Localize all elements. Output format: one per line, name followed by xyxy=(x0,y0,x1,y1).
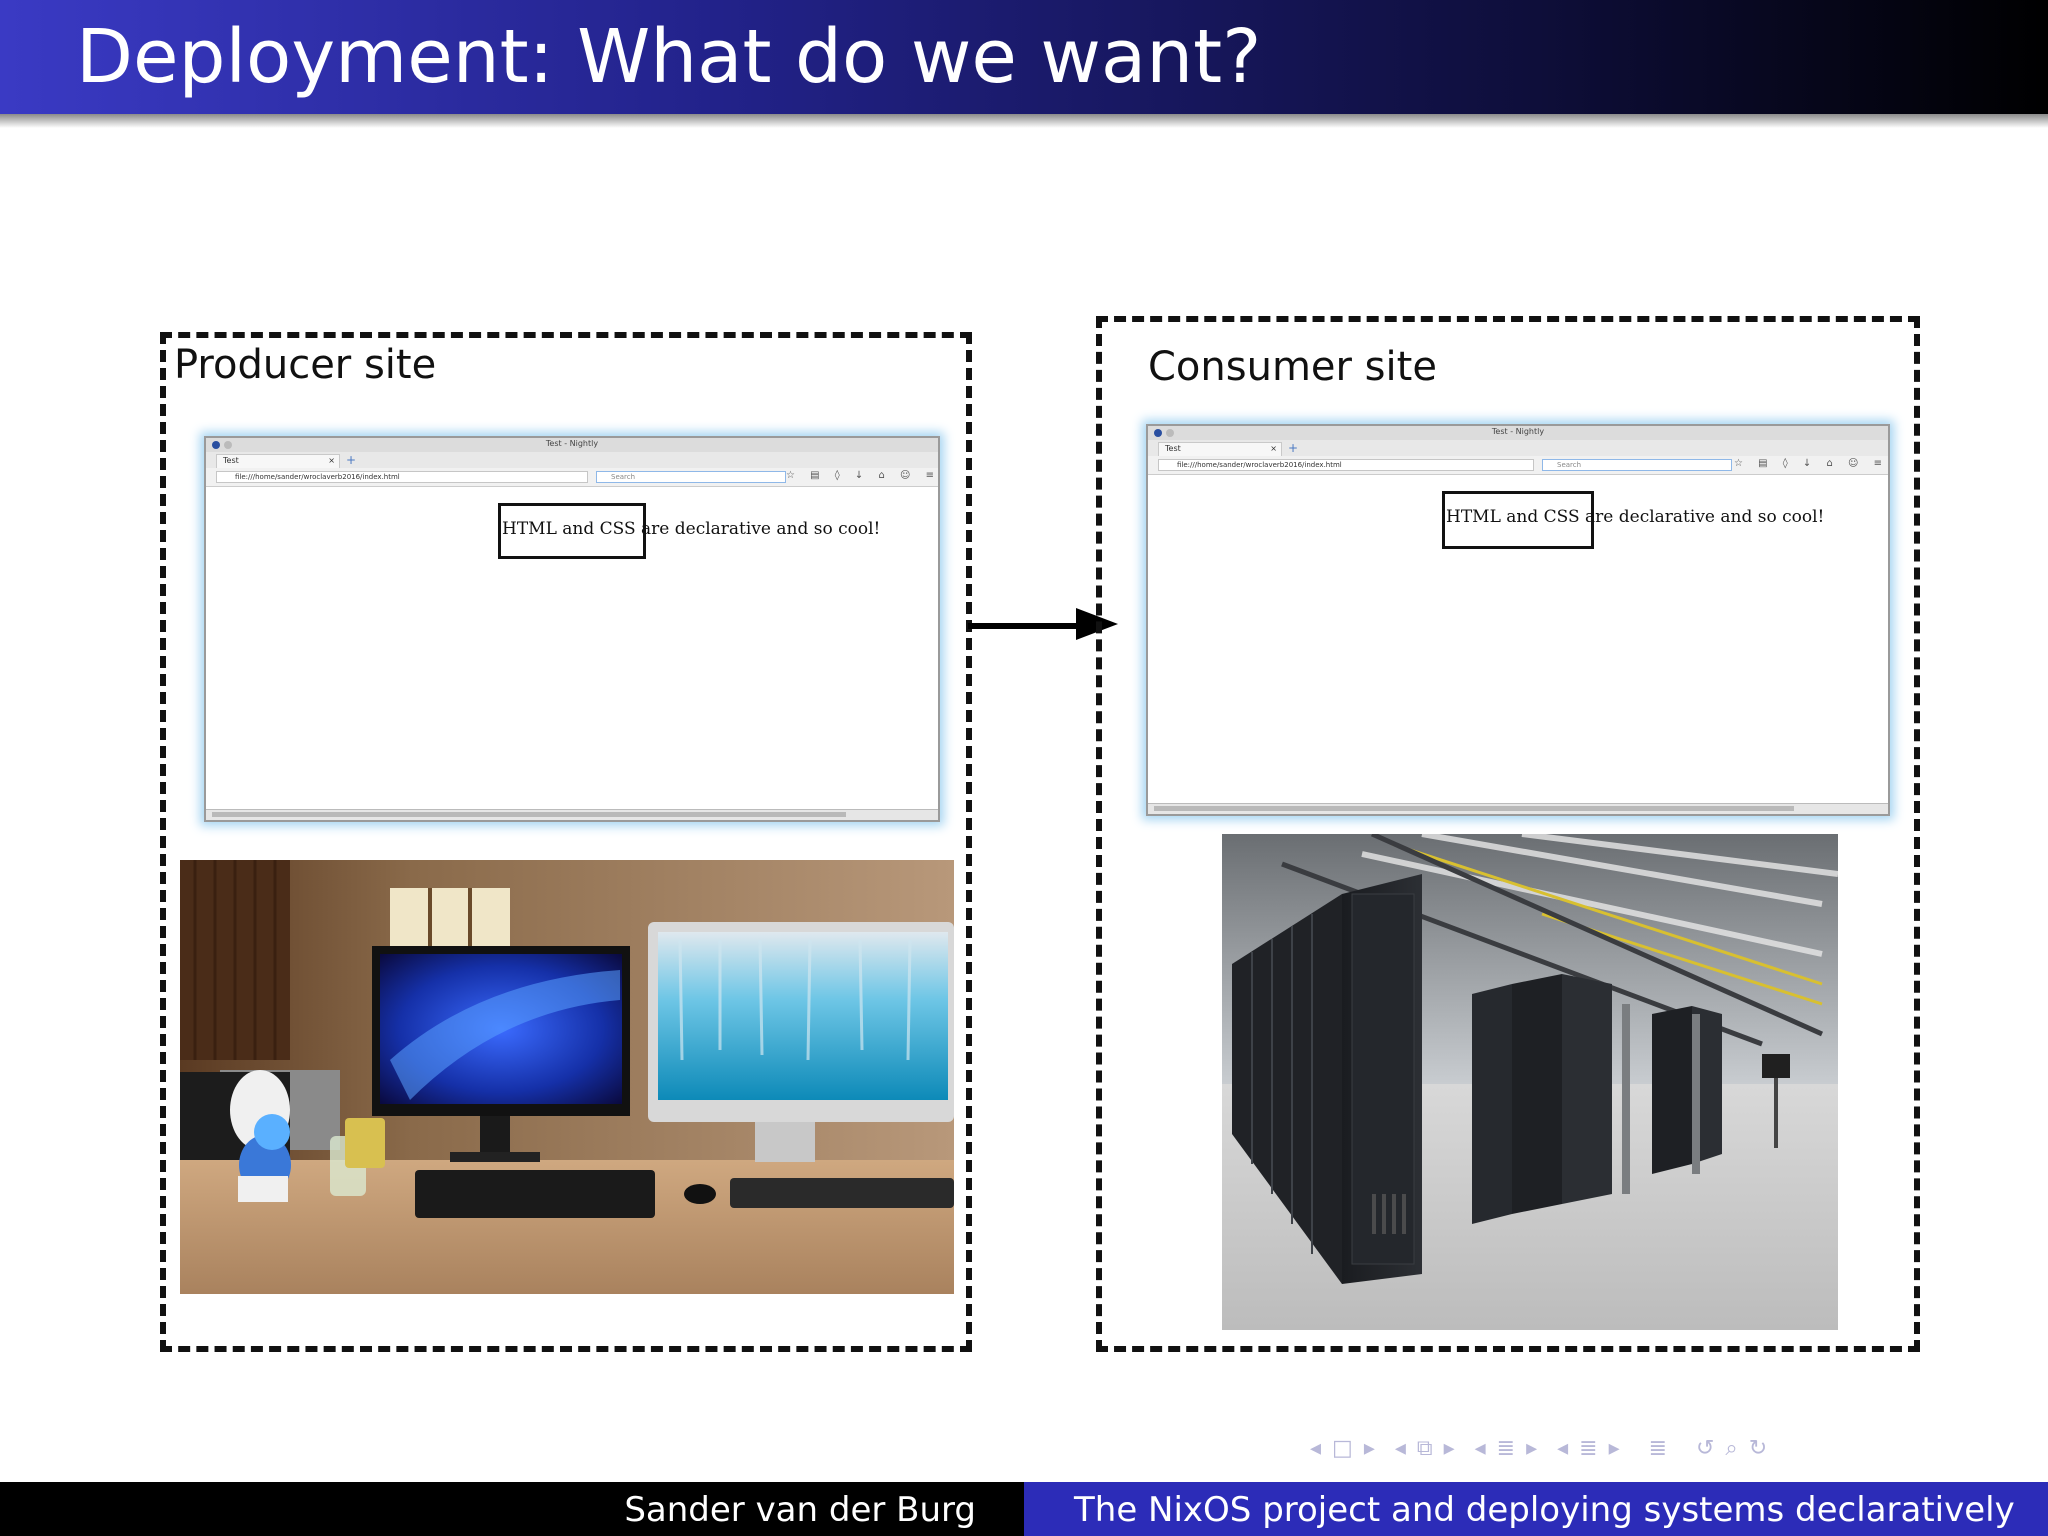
footer-title-bar: The NixOS project and deploying systems … xyxy=(1024,1482,2048,1536)
browser-nav-bar: file:///home/sander/wroclaverb2016/index… xyxy=(1148,456,1888,475)
highlight-box xyxy=(1442,491,1594,549)
browser-tab-label: Test xyxy=(1165,444,1181,453)
browser-content: HTML and CSS are declarative and so cool… xyxy=(206,487,938,810)
consumer-browser-window: Test - Nightly Test × + file:///home/sand… xyxy=(1146,424,1890,816)
title-bar-shadow xyxy=(0,114,2048,128)
close-icon[interactable]: × xyxy=(328,455,335,467)
toolbar-icons[interactable]: ☆ ▤ ◊ ↓ ⌂ ☺ ≡ xyxy=(1734,458,1888,469)
beamer-navigation-symbols[interactable]: ◂ □ ▸ ◂ ⧉ ▸ ◂ ≣ ▸ ◂ ≣ ▸ ≣ ↺ ⌕ ↻ xyxy=(1310,1436,1769,1468)
browser-window-title: Test - Nightly xyxy=(1491,427,1545,436)
footer-author: Sander van der Burg xyxy=(624,1490,976,1530)
browser-tab[interactable]: Test × xyxy=(1158,442,1282,456)
browser-titlebar: Test - Nightly xyxy=(206,438,938,452)
producer-site-label: Producer site xyxy=(174,342,437,388)
browser-tab-bar: Test × + xyxy=(206,452,938,469)
browser-window-title: Test - Nightly xyxy=(545,439,599,448)
footer-author-bar: Sander van der Burg xyxy=(0,1482,1024,1536)
browser-titlebar: Test - Nightly xyxy=(1148,426,1888,440)
new-tab-icon[interactable]: + xyxy=(346,452,356,468)
horizontal-scrollbar[interactable] xyxy=(1148,803,1888,814)
browser-tab-label: Test xyxy=(223,456,239,465)
close-icon[interactable]: × xyxy=(1270,443,1277,455)
consumer-photo xyxy=(1222,834,1838,1330)
url-field[interactable]: file:///home/sander/wroclaverb2016/index… xyxy=(216,471,588,483)
footer-talk-title: The NixOS project and deploying systems … xyxy=(1074,1490,2015,1530)
slide-title: Deployment: What do we want? xyxy=(76,14,1262,100)
browser-tab-bar: Test × + xyxy=(1148,440,1888,457)
browser-content: HTML and CSS are declarative and so cool… xyxy=(1148,475,1888,804)
scrollbar-thumb[interactable] xyxy=(212,812,846,817)
browser-tab[interactable]: Test × xyxy=(216,454,340,468)
producer-photo xyxy=(180,860,954,1294)
new-tab-icon[interactable]: + xyxy=(1288,440,1298,456)
search-input[interactable]: Search xyxy=(596,471,786,483)
scrollbar-thumb[interactable] xyxy=(1154,806,1794,811)
producer-browser-window: Test - Nightly Test × + file:///home/sand… xyxy=(204,436,940,822)
browser-nav-bar: file:///home/sander/wroclaverb2016/index… xyxy=(206,468,938,487)
toolbar-icons[interactable]: ☆ ▤ ◊ ↓ ⌂ ☺ ≡ xyxy=(786,470,940,481)
horizontal-scrollbar[interactable] xyxy=(206,809,938,820)
consumer-site-label: Consumer site xyxy=(1148,344,1437,390)
highlight-box xyxy=(498,503,646,559)
url-field[interactable]: file:///home/sander/wroclaverb2016/index… xyxy=(1158,459,1534,471)
search-input[interactable]: Search xyxy=(1542,459,1732,471)
